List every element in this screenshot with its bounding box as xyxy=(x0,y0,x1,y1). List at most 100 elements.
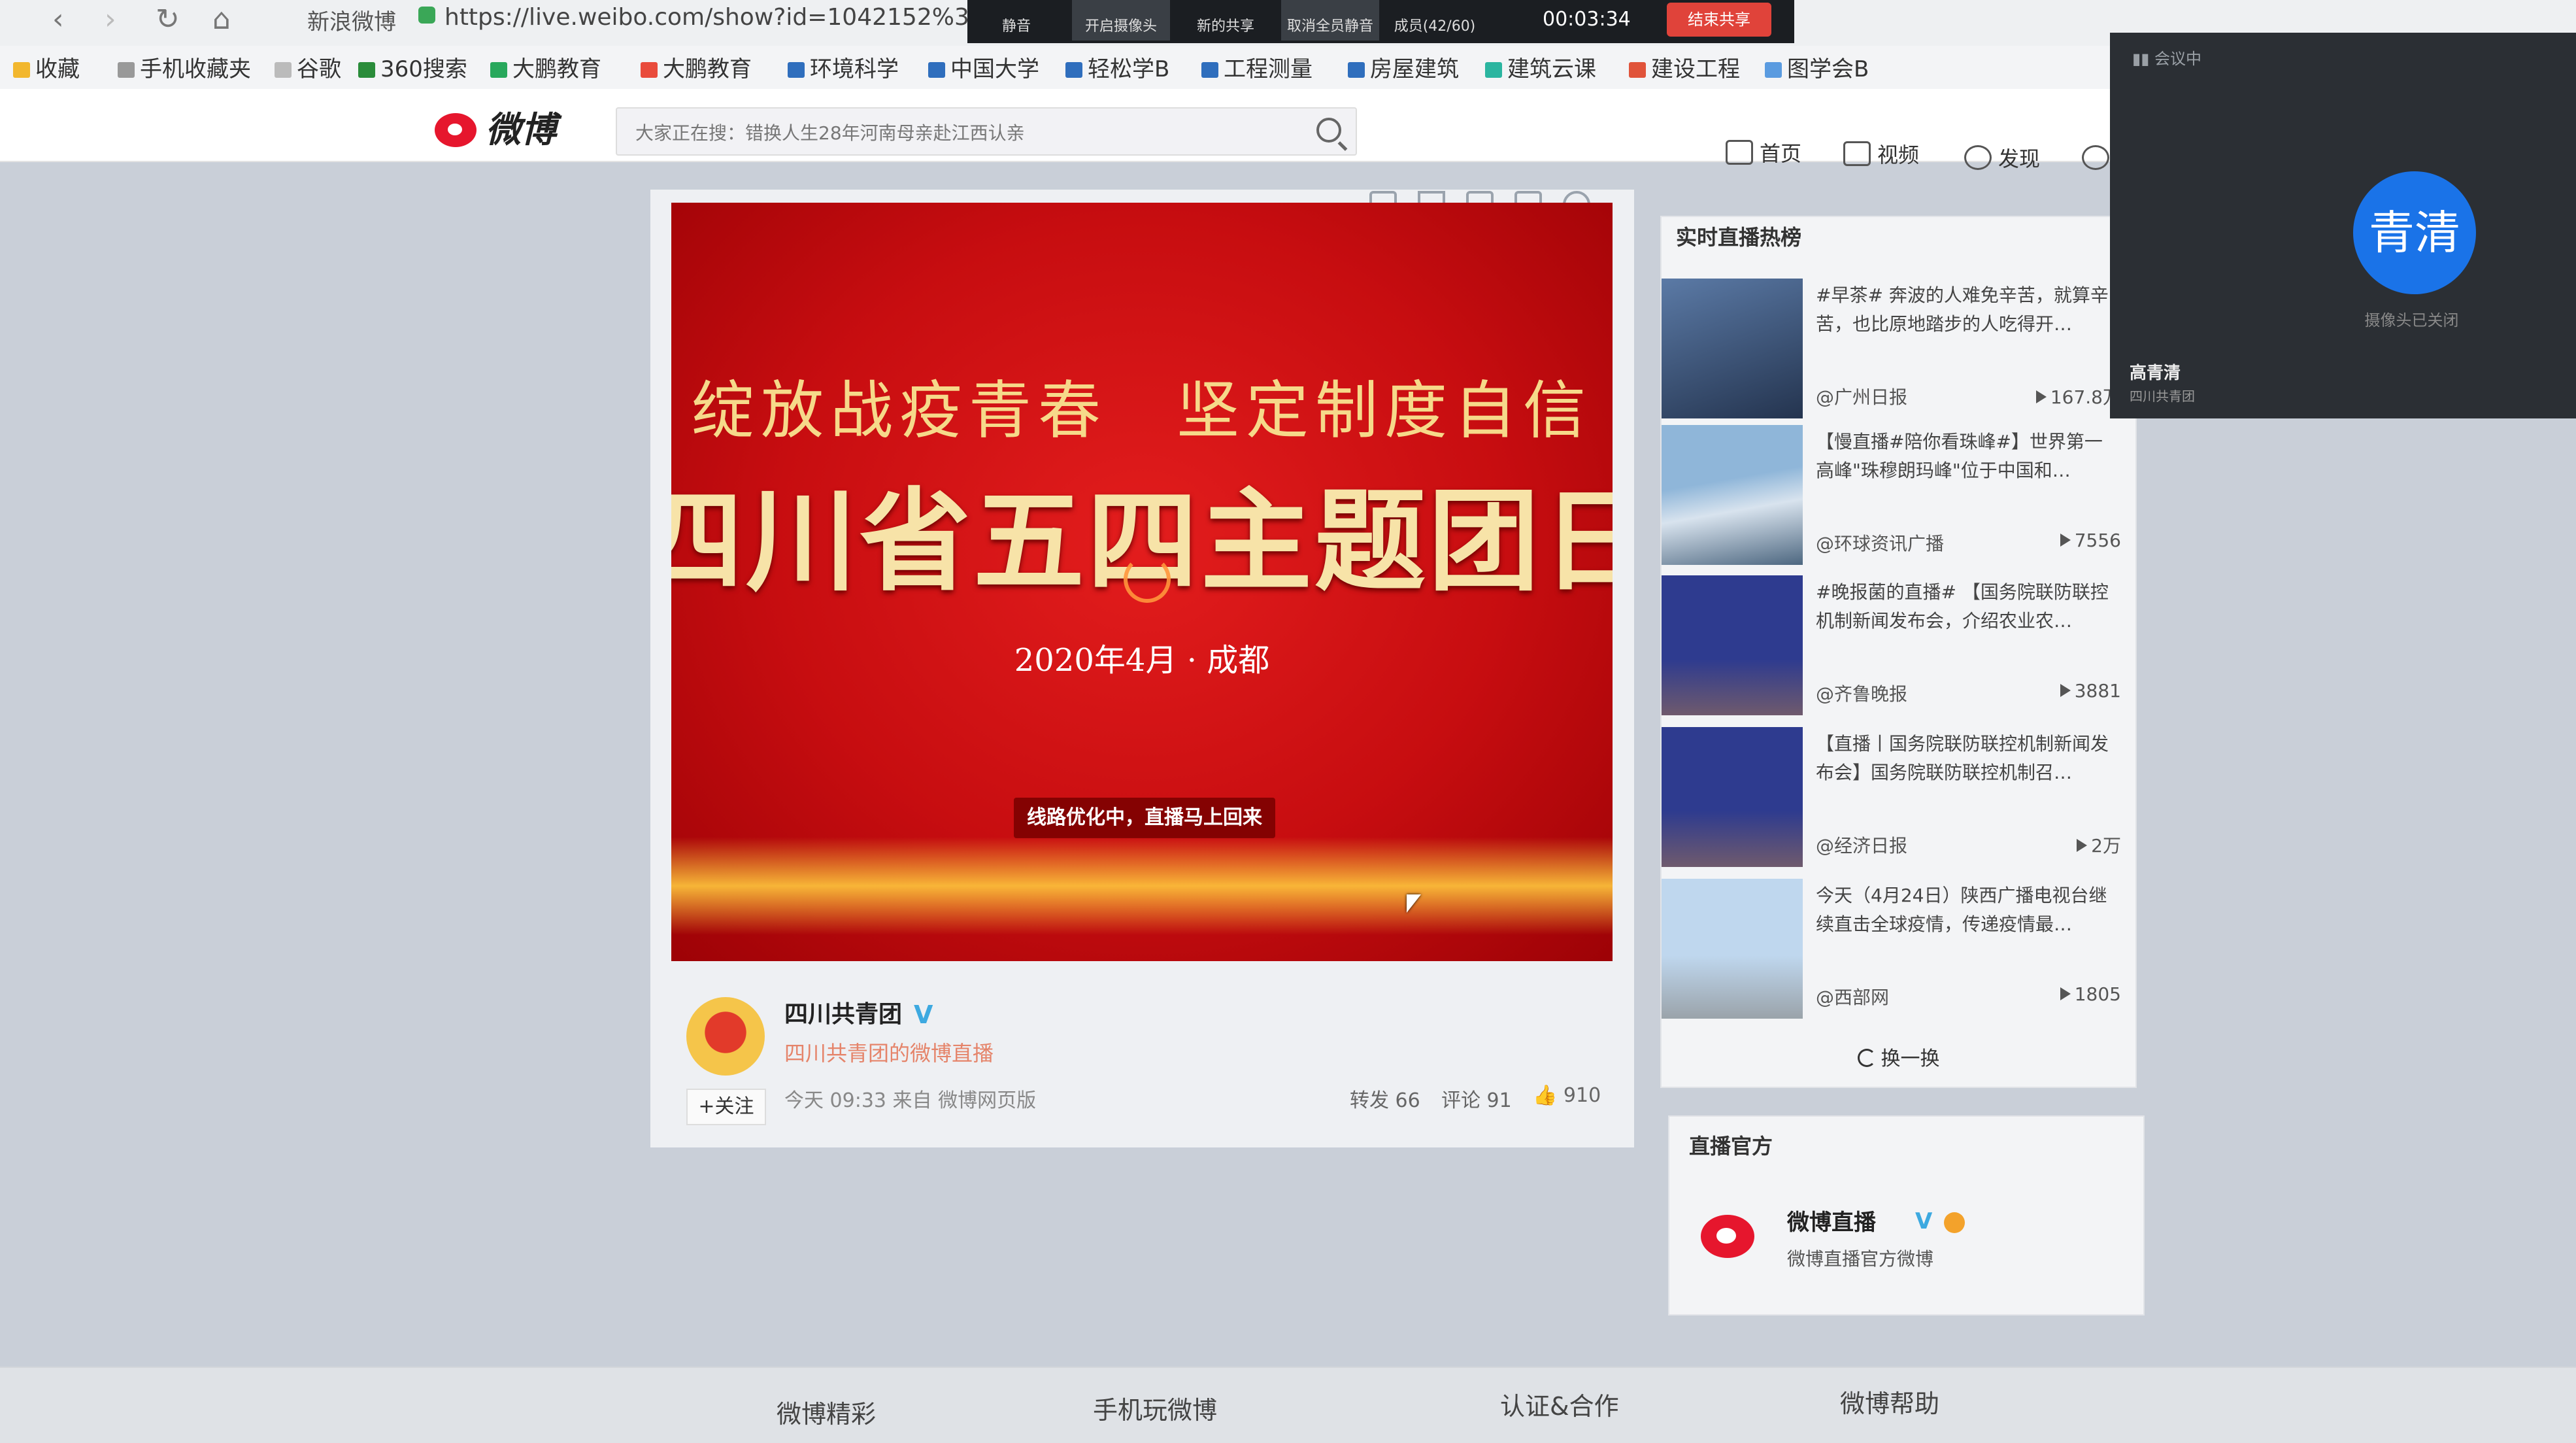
weibo-live-logo-icon[interactable] xyxy=(1701,1215,1754,1258)
hot-item-views: 2万 xyxy=(2077,832,2121,858)
address-bar[interactable]: https://live.weibo.com/show?id=1042152%3… xyxy=(444,4,985,31)
hot-item-source[interactable]: @环球资讯广播 xyxy=(1816,530,1944,556)
official-panel: 直播官方 微博直播 V 微博直播官方微博 xyxy=(1668,1115,2145,1316)
thumbnail[interactable] xyxy=(1662,425,1803,565)
folder-icon xyxy=(1201,62,1218,78)
play-icon xyxy=(2060,987,2071,1000)
bookmark-item[interactable]: 手机收藏夹 xyxy=(118,51,251,83)
game-icon-shape xyxy=(2082,145,2109,170)
list-item[interactable]: #晚报菌的直播# 【国务院联防联控机制新闻发布会，介绍农业农… @齐鲁晚报 38… xyxy=(1662,575,2135,726)
official-desc: 微博直播官方微博 xyxy=(1787,1248,1934,1270)
bookmark-item[interactable]: 工程测量 xyxy=(1201,51,1313,83)
live-video[interactable]: 绽放战疫青春 坚定制度自信 四川省五四主题团日活动 2020年4月 · 成都 线… xyxy=(671,203,1613,961)
footer-link[interactable]: 微博帮助 xyxy=(1840,1384,1939,1419)
end-share-button[interactable]: 结束共享 xyxy=(1667,3,1771,37)
video-slogan: 绽放战疫青春 坚定制度自信 xyxy=(692,374,1592,447)
thumbnail[interactable] xyxy=(1662,879,1803,1019)
footer-link[interactable]: 微博精彩 xyxy=(777,1394,876,1430)
play-icon xyxy=(2060,534,2071,547)
bookmark-item[interactable]: 中国大学 xyxy=(928,51,1039,83)
meeting-participant-window[interactable]: ▮▮ 会议中 青清 摄像头已关闭 高青清 四川共青团 xyxy=(2110,33,2576,418)
nav-home[interactable]: 首页 xyxy=(1726,137,1801,167)
like-button[interactable]: 👍 910 xyxy=(1533,1084,1601,1107)
forward-icon[interactable]: › xyxy=(105,3,116,36)
comment-button[interactable]: 评论 91 xyxy=(1441,1084,1512,1113)
footer-link[interactable]: 认证&合作 xyxy=(1500,1386,1619,1422)
bookmark-item[interactable]: 轻松学B xyxy=(1065,51,1169,83)
bookmark-item[interactable]: 大鹏教育 xyxy=(490,51,601,83)
bookmark-item[interactable]: 谷歌 xyxy=(275,51,341,83)
play-icon xyxy=(2035,390,2047,403)
thumbnail[interactable] xyxy=(1662,575,1803,715)
weibo-logo-icon xyxy=(435,113,477,147)
hot-item-text[interactable]: 今天（4月24日）陕西广播电视台继续直击全球疫情，传递疫情最… xyxy=(1816,881,2116,939)
members-button[interactable]: 成员(42/60) xyxy=(1386,0,1484,41)
list-item[interactable]: 【慢直播#陪你看珠峰#】世界第一高峰"珠穆朗玛峰"位于中国和… @环球资讯广播 … xyxy=(1662,425,2135,575)
home-icon[interactable]: ⌂ xyxy=(212,3,231,36)
bookmark-item[interactable]: 房屋建筑 xyxy=(1348,51,1459,83)
folder-icon xyxy=(1348,62,1365,78)
thumbs-up-icon: 👍 xyxy=(1533,1084,1558,1107)
live-subtitle[interactable]: 四川共青团的微博直播 xyxy=(784,1037,994,1067)
mute-button[interactable]: 静音 xyxy=(967,0,1065,41)
bookmark-item[interactable]: 建设工程 xyxy=(1629,51,1740,83)
search-icon[interactable] xyxy=(1316,118,1341,143)
hot-item-text[interactable]: #晚报菌的直播# 【国务院联防联控机制新闻发布会，介绍农业农… xyxy=(1816,578,2116,636)
mouse-cursor-icon xyxy=(1407,894,1421,913)
hot-list-title: 实时直播热榜 xyxy=(1676,225,1802,250)
hot-item-text[interactable]: 【慢直播#陪你看珠峰#】世界第一高峰"珠穆朗玛峰"位于中国和… xyxy=(1816,428,2116,485)
nav-video[interactable]: 视频 xyxy=(1843,139,1919,169)
page-icon xyxy=(275,62,292,78)
participant-name: 高青清 xyxy=(2130,364,2181,383)
site-icon xyxy=(641,62,658,78)
refresh-icon xyxy=(1857,1049,1876,1067)
signal-icon: ▮▮ xyxy=(2132,50,2155,68)
bookmark-item[interactable]: 图学会B xyxy=(1765,51,1869,83)
folder-icon xyxy=(928,62,945,78)
folder-icon xyxy=(788,62,805,78)
unmute-all-button[interactable]: 取消全员静音 xyxy=(1281,0,1379,41)
list-item[interactable]: 今天（4月24日）陕西广播电视台继续直击全球疫情，传递疫情最… @西部网 180… xyxy=(1662,879,2135,1029)
reload-icon[interactable]: ↻ xyxy=(156,3,180,36)
site-icon xyxy=(1765,62,1782,78)
loading-spinner-icon xyxy=(1124,556,1171,603)
hot-item-source[interactable]: @齐鲁晚报 xyxy=(1816,680,1907,706)
hot-item-source[interactable]: @经济日报 xyxy=(1816,832,1907,858)
bookmark-item[interactable]: 环境科学 xyxy=(788,51,899,83)
play-icon xyxy=(2060,684,2071,697)
bookmark-item[interactable]: 360搜索 xyxy=(358,51,467,83)
thumbnail[interactable] xyxy=(1662,279,1803,418)
new-share-button[interactable]: 新的共享 xyxy=(1177,0,1275,41)
footer-link[interactable]: 手机玩微博 xyxy=(1093,1390,1217,1426)
bookmark-item[interactable]: 收藏 xyxy=(13,51,80,83)
avatar[interactable] xyxy=(686,997,765,1076)
verified-icon: V xyxy=(914,1000,933,1029)
hot-item-source[interactable]: @西部网 xyxy=(1816,983,1889,1010)
weibo-logo[interactable]: 微博 xyxy=(435,101,556,152)
search-input[interactable]: 大家正在搜：错换人生28年河南母亲赴江西认亲 xyxy=(616,107,1357,156)
hot-item-text[interactable]: #早茶# 奔波的人难免辛苦，就算辛苦，也比原地踏步的人吃得开… xyxy=(1816,281,2116,339)
meeting-timer: 00:03:34 xyxy=(1543,8,1631,31)
thumbnail[interactable] xyxy=(1662,727,1803,867)
search-placeholder: 大家正在搜：错换人生28年河南母亲赴江西认亲 xyxy=(635,122,1025,144)
list-item[interactable]: #早茶# 奔波的人难免辛苦，就算辛苦，也比原地踏步的人吃得开… @广州日报 16… xyxy=(1662,279,2135,429)
refresh-button[interactable]: 换一换 xyxy=(1662,1042,2135,1071)
camera-button[interactable]: 开启摄像头 xyxy=(1072,0,1170,41)
official-account-name[interactable]: 微博直播 xyxy=(1787,1204,1876,1236)
tab-title[interactable]: 新浪微博 xyxy=(307,4,396,36)
follow-button[interactable]: +关注 xyxy=(686,1089,766,1125)
hot-item-text[interactable]: 【直播丨国务院联防联控机制新闻发布会】国务院联防联控机制召… xyxy=(1816,730,2116,787)
bookmarks-bar: 收藏 手机收藏夹 谷歌 360搜索 大鹏教育 大鹏教育 环境科学 中国大学 轻松… xyxy=(0,46,2111,89)
bookmark-item[interactable]: 建筑云课 xyxy=(1485,51,1596,83)
stream-status: 线路优化中，直播马上回来 xyxy=(1014,798,1275,838)
list-item[interactable]: 【直播丨国务院联防联控机制新闻发布会】国务院联防联控机制召… @经济日报 2万 xyxy=(1662,727,2135,877)
meeting-toolbar: 静音 开启摄像头 新的共享 取消全员静音 成员(42/60) 00:03:34 … xyxy=(967,0,1794,43)
hot-item-source[interactable]: @广州日报 xyxy=(1816,383,1907,409)
bookmark-item[interactable]: 大鹏教育 xyxy=(641,51,752,83)
repost-button[interactable]: 转发 66 xyxy=(1350,1084,1420,1113)
nav-discover[interactable]: 发现 xyxy=(1964,143,2040,173)
play-icon xyxy=(2077,839,2088,852)
back-icon[interactable]: ‹ xyxy=(52,3,64,36)
author-name[interactable]: 四川共青团 xyxy=(784,995,902,1029)
hot-live-panel: 实时直播热榜 #早茶# 奔波的人难免辛苦，就算辛苦，也比原地踏步的人吃得开… @… xyxy=(1660,216,2137,1088)
